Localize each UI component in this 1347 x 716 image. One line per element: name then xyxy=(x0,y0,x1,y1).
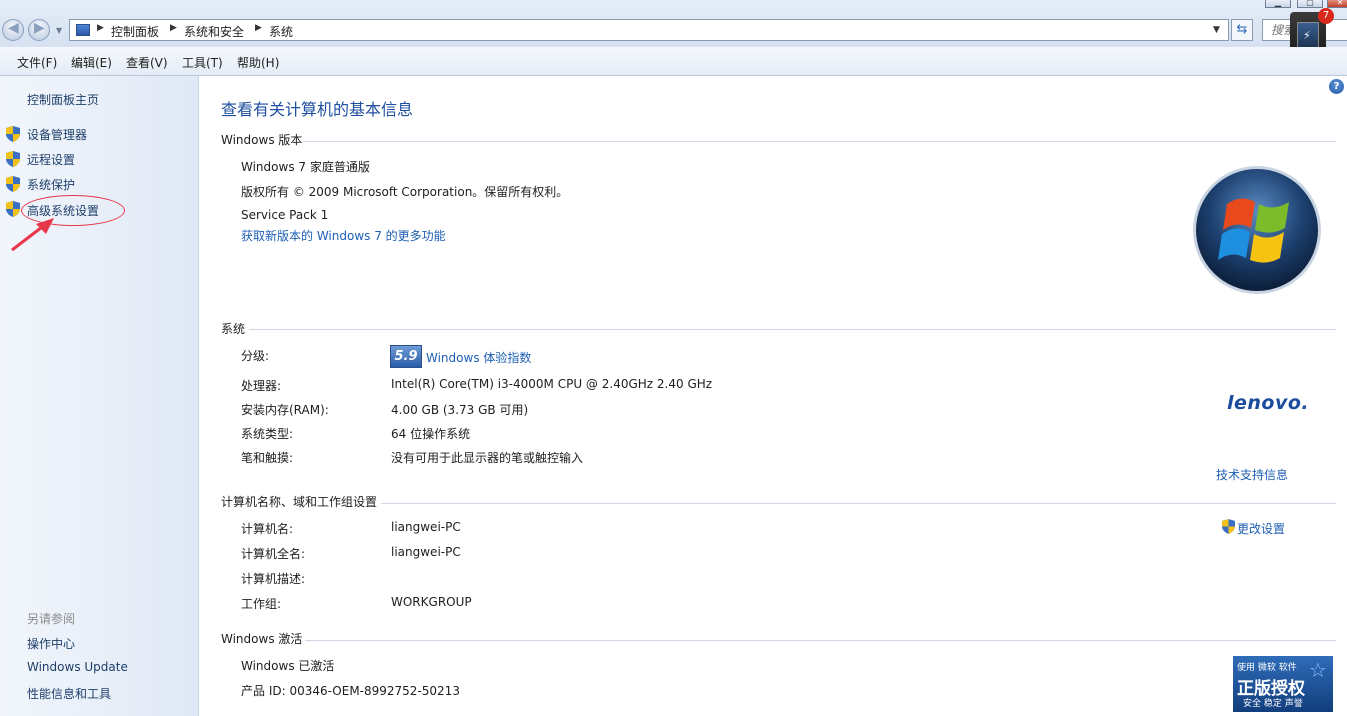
sidebar-system-protection[interactable]: 系统保护 xyxy=(27,176,75,193)
help-icon[interactable]: ? xyxy=(1329,79,1344,94)
address-dropdown-icon[interactable]: ▼ xyxy=(1213,25,1220,35)
workgroup-label: 工作组: xyxy=(241,597,282,611)
sidebar: 控制面板主页 设备管理器 远程设置 系统保护 高级系统设置 另请参阅 操作中心 … xyxy=(0,76,199,716)
refresh-icon: ⇆ xyxy=(1236,22,1248,37)
edition-copyright: 版权所有 © 2009 Microsoft Corporation。保留所有权利… xyxy=(241,185,569,199)
pen-touch-value: 没有可用于此显示器的笔或触控输入 xyxy=(391,451,584,465)
section-heading-system: 系统 xyxy=(221,322,246,336)
forward-button[interactable]: ▶ xyxy=(28,19,50,41)
forward-arrow-icon: ▶ xyxy=(34,20,45,36)
ram-value: 4.00 GB (3.73 GB 可用) xyxy=(391,403,529,417)
support-info-link[interactable]: 技术支持信息 xyxy=(1216,466,1288,483)
section-divider xyxy=(249,329,1336,330)
section-heading-edition: Windows 版本 xyxy=(221,133,303,147)
uac-shield-icon xyxy=(1222,519,1235,534)
back-button[interactable]: ◀ xyxy=(2,19,24,41)
service-pack: Service Pack 1 xyxy=(241,208,329,222)
menu-tools[interactable]: 工具(T) xyxy=(182,54,223,71)
lightning-icon: ⚡ xyxy=(1303,29,1311,42)
control-panel-icon xyxy=(76,24,90,36)
sidebar-action-center[interactable]: 操作中心 xyxy=(27,635,75,652)
chevron-right-icon[interactable]: ▶ xyxy=(97,23,104,33)
product-id: 产品 ID: 00346-OEM-8992752-50213 xyxy=(241,684,460,698)
breadcrumb-system[interactable]: 系统 xyxy=(269,23,293,40)
description-label: 计算机描述: xyxy=(241,572,306,586)
back-arrow-icon: ◀ xyxy=(8,20,19,36)
genuine-software-badge[interactable]: 使用 微软 软件 正版授权 安全 稳定 声誉 ☆ xyxy=(1233,656,1333,712)
breadcrumb-system-security[interactable]: 系统和安全 xyxy=(184,23,244,40)
genuine-badge-top: 使用 微软 软件 xyxy=(1237,663,1297,673)
more-features-link[interactable]: 获取新版本的 Windows 7 的更多功能 xyxy=(241,227,446,244)
activation-status: Windows 已激活 xyxy=(241,659,335,673)
page-title: 查看有关计算机的基本信息 xyxy=(221,100,414,119)
section-divider xyxy=(381,503,1336,504)
section-heading-activation: Windows 激活 xyxy=(221,632,303,646)
system-type-label: 系统类型: xyxy=(241,427,294,441)
section-heading-computer: 计算机名称、域和工作组设置 xyxy=(221,495,378,509)
recent-pages-dropdown[interactable]: ▼ xyxy=(56,26,62,35)
uac-shield-icon xyxy=(6,151,20,167)
section-divider xyxy=(303,141,1336,142)
maximize-button[interactable]: ▢ xyxy=(1297,0,1323,8)
chevron-right-icon[interactable]: ▶ xyxy=(255,23,262,33)
processor-value: Intel(R) Core(TM) i3-4000M CPU @ 2.40GHz… xyxy=(391,377,713,391)
computer-name-value: liangwei-PC xyxy=(391,520,461,534)
lenovo-logo: lenovo. xyxy=(1227,392,1310,414)
address-bar: ◀ ▶ ▼ ▶ 控制面板 ▶ 系统和安全 ▶ 系统 ▼ ⇆ ▁ ▢ ✕ xyxy=(0,0,1347,47)
workgroup-value: WORKGROUP xyxy=(391,595,472,609)
sidebar-performance-tools[interactable]: 性能信息和工具 xyxy=(27,685,111,702)
menu-view[interactable]: 查看(V) xyxy=(126,54,168,71)
ram-label: 安装内存(RAM): xyxy=(241,403,329,417)
breadcrumb-control-panel[interactable]: 控制面板 xyxy=(111,23,159,40)
genuine-badge-bottom: 安全 稳定 声誉 xyxy=(1243,699,1303,709)
pen-touch-label: 笔和触摸: xyxy=(241,451,294,465)
computer-name-label: 计算机名: xyxy=(241,522,294,536)
windows-logo xyxy=(1193,166,1321,294)
experience-index-badge[interactable]: 5.9 xyxy=(390,345,422,368)
sidebar-remote-settings[interactable]: 远程设置 xyxy=(27,151,75,168)
main-content: ? 查看有关计算机的基本信息 Windows 版本 Windows 7 家庭普通… xyxy=(199,76,1347,716)
star-icon: ☆ xyxy=(1309,658,1327,682)
chevron-right-icon[interactable]: ▶ xyxy=(170,23,177,33)
system-type-value: 64 位操作系统 xyxy=(391,427,471,441)
full-name-label: 计算机全名: xyxy=(241,547,306,561)
see-also-heading: 另请参阅 xyxy=(27,612,76,626)
breadcrumb[interactable]: ▶ 控制面板 ▶ 系统和安全 ▶ 系统 ▼ xyxy=(69,19,1229,41)
uac-shield-icon xyxy=(6,176,20,192)
uac-shield-icon xyxy=(6,126,20,142)
notification-badge: 7 xyxy=(1318,8,1334,24)
menu-help[interactable]: 帮助(H) xyxy=(237,54,279,71)
sidebar-device-manager[interactable]: 设备管理器 xyxy=(27,126,87,143)
sidebar-windows-update[interactable]: Windows Update xyxy=(27,660,128,674)
experience-index-link[interactable]: Windows 体验指数 xyxy=(426,349,531,366)
menu-file[interactable]: 文件(F) xyxy=(17,54,57,71)
sidebar-control-panel-home[interactable]: 控制面板主页 xyxy=(27,91,99,108)
annotation-arrow xyxy=(11,218,54,252)
full-name-value: liangwei-PC xyxy=(391,545,461,559)
menu-bar: 文件(F) 编辑(E) 查看(V) 工具(T) 帮助(H) xyxy=(0,47,1347,76)
minimize-button[interactable]: ▁ xyxy=(1265,0,1291,8)
change-settings-link[interactable]: 更改设置 xyxy=(1237,520,1285,537)
edition-name: Windows 7 家庭普通版 xyxy=(241,160,370,174)
section-divider xyxy=(305,640,1336,641)
processor-label: 处理器: xyxy=(241,379,282,393)
close-button[interactable]: ✕ xyxy=(1327,0,1347,8)
menu-edit[interactable]: 编辑(E) xyxy=(71,54,112,71)
refresh-button[interactable]: ⇆ xyxy=(1231,19,1253,41)
rating-label: 分级: xyxy=(241,349,270,363)
